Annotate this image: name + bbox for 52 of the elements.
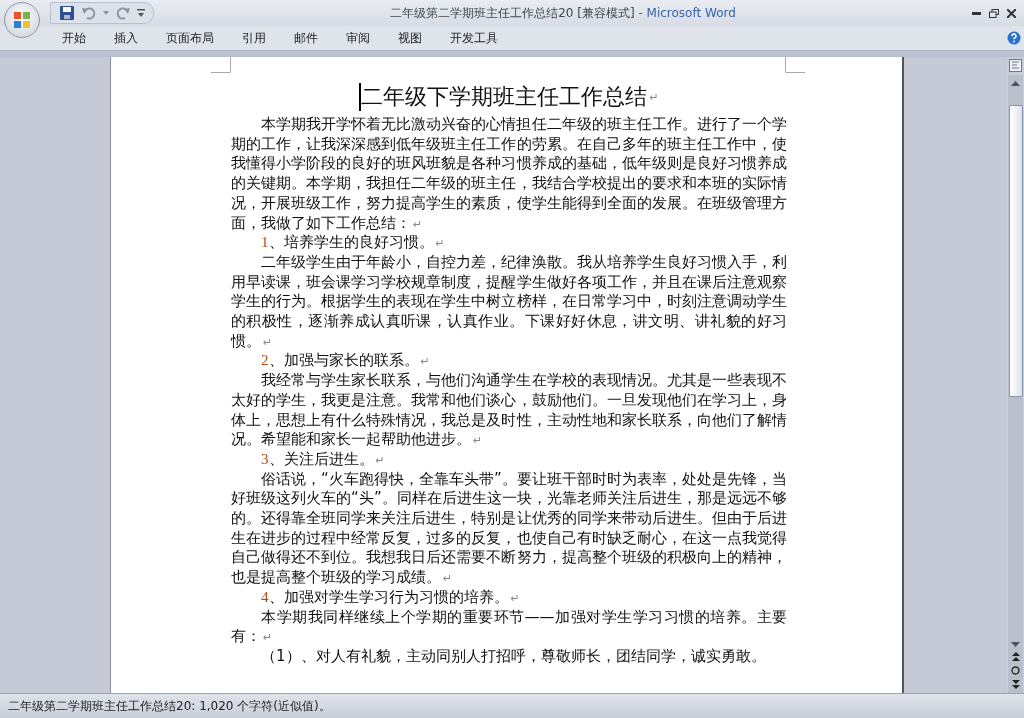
ribbon-tab[interactable]: 审阅 <box>332 27 384 49</box>
list-item-text: 、培养学生的良好习惯。 <box>268 233 434 252</box>
undo-icon[interactable] <box>81 5 97 21</box>
paragraph-mark: ↵ <box>375 453 385 467</box>
scroll-thumb[interactable] <box>1008 105 1023 397</box>
ribbon-tab[interactable]: 开发工具 <box>436 27 512 49</box>
office-button[interactable] <box>4 2 40 38</box>
paragraph: 我经常与学生家长联系，与他们沟通学生在学校的表现情况。尤其是一些表现不太好的学生，我更是注意。我常和他们谈心，鼓励他们。一旦发现他们在学习上，身体上，思想上有什么特殊情况，我总是及时性，主动性地和家长联系，向他们了解情况。希望能和家长一起帮助他进步。↵ <box>231 371 787 450</box>
list-number: 1 <box>261 234 269 251</box>
restore-icon[interactable] <box>989 8 999 18</box>
list-item-text: 、加强对学生学习行为习惯的培养。 <box>268 587 509 606</box>
paragraph: （1）、对人有礼貌，主动同别人打招呼，尊敬师长，团结同学，诚实勇敢。 <box>260 647 767 667</box>
paragraph-mark: ↵ <box>420 355 430 369</box>
paragraph: 二年级学生由于年龄小，自控力差，纪律涣散。我从培养学生良好习惯入手，利用早读课，班会课学习学校规章制度，提醒学生做好各项工作，并且在课后注意观察学生的行为。根据学生的表现在学生中树立榜样，在日常学习中，时刻注意调动学生的积极性，逐渐养成认真听课，认真作业。下课好好休息，讲文明、讲礼貌的好习惯。↵ <box>231 252 787 352</box>
browse-object-icon[interactable] <box>1011 666 1020 675</box>
ribbon-tab[interactable]: 视图 <box>384 27 436 49</box>
squares-logo-icon <box>14 12 30 28</box>
scroll-up-icon[interactable] <box>1011 81 1020 86</box>
paragraph: 俗话说，“火车跑得快，全靠车头带”。要让班干部时时为表率，处处是先锋，当好班级这列火车的“头”。同样在后进生这一块，光靠老师关注后进生，那是远远不够的。还得靠全班同学来关注后进生，特别是让优秀的同学来带动后进生。但由于后进生在进步的过程中经常反复，过多的反复，也使自己有时缺乏耐心，在这一点我觉得自己做得还不到位。我想我日后还需要不断努力，提高整个班级的积极向上的精神，也是提高整个班级的学习成绩。↵ <box>231 469 787 588</box>
redo-icon[interactable] <box>115 5 131 21</box>
previous-page-icon[interactable] <box>1011 652 1020 661</box>
ribbon-tab[interactable]: 引用 <box>228 27 280 49</box>
text-cursor <box>359 83 362 111</box>
ribbon-tab[interactable]: 插入 <box>100 27 152 49</box>
list-item-text: 、加强与家长的联系。 <box>268 351 419 370</box>
document-heading: 二年级下学期班主任工作总结 <box>361 83 648 111</box>
paragraph-mark: ↵ <box>435 237 445 251</box>
paragraph-mark: ↵ <box>510 591 520 605</box>
minimize-icon[interactable] <box>972 11 981 15</box>
caret-icon[interactable] <box>103 11 109 15</box>
help-icon[interactable] <box>1007 31 1021 45</box>
paragraph: 本学期我同样继续上个学期的重要环节——加强对学生学习习惯的培养。主要有：↵ <box>231 607 787 647</box>
paragraph: 本学期我开学怀着无比激动兴奋的心情担任二年级的班主任工作。进行了一个学期的工作，让我深深感到低年级班主任工作的劳累。在自己多年的班主任工作中，使我懂得小学阶段的良好的班风班貌是各种习惯养成的基础，低年级则是良好习惯养成的关键期。本学期，我担任二年级的班主任，我结合学校提出的要求和本班的实际情况，开展班级工作，努力提高学生的素质，使学生能得到全面的发展。在班级管理方面，我做了如下工作总结：↵ <box>231 115 787 234</box>
crop-mark-icon <box>211 57 231 73</box>
window-title: 二年级第二学期班主任工作总结20 [兼容模式] - Microsoft Word <box>389 4 737 22</box>
close-icon[interactable] <box>1007 8 1016 18</box>
list-number: 3 <box>261 450 269 467</box>
list-number: 2 <box>261 352 269 369</box>
ruler-toggle-icon[interactable] <box>1009 59 1022 72</box>
list-item-text: 、关注后进生。 <box>268 449 374 468</box>
paragraph-mark: ↵ <box>649 91 659 103</box>
ribbon-tab[interactable]: 开始 <box>48 27 100 49</box>
save-icon[interactable] <box>59 5 75 21</box>
scrollbar[interactable] <box>1008 75 1023 693</box>
scroll-down-icon[interactable] <box>1011 642 1020 647</box>
crop-mark-icon <box>785 57 805 73</box>
ribbon-tab[interactable]: 邮件 <box>280 27 332 49</box>
customize-icon[interactable] <box>137 9 145 17</box>
list-number: 4 <box>261 588 269 605</box>
ribbon-tab[interactable]: 页面布局 <box>152 27 228 49</box>
next-page-icon[interactable] <box>1011 680 1020 689</box>
status-text: 二年级第二学期班主任工作总结20: 1,020 个字符(近似值)。 <box>8 697 331 715</box>
